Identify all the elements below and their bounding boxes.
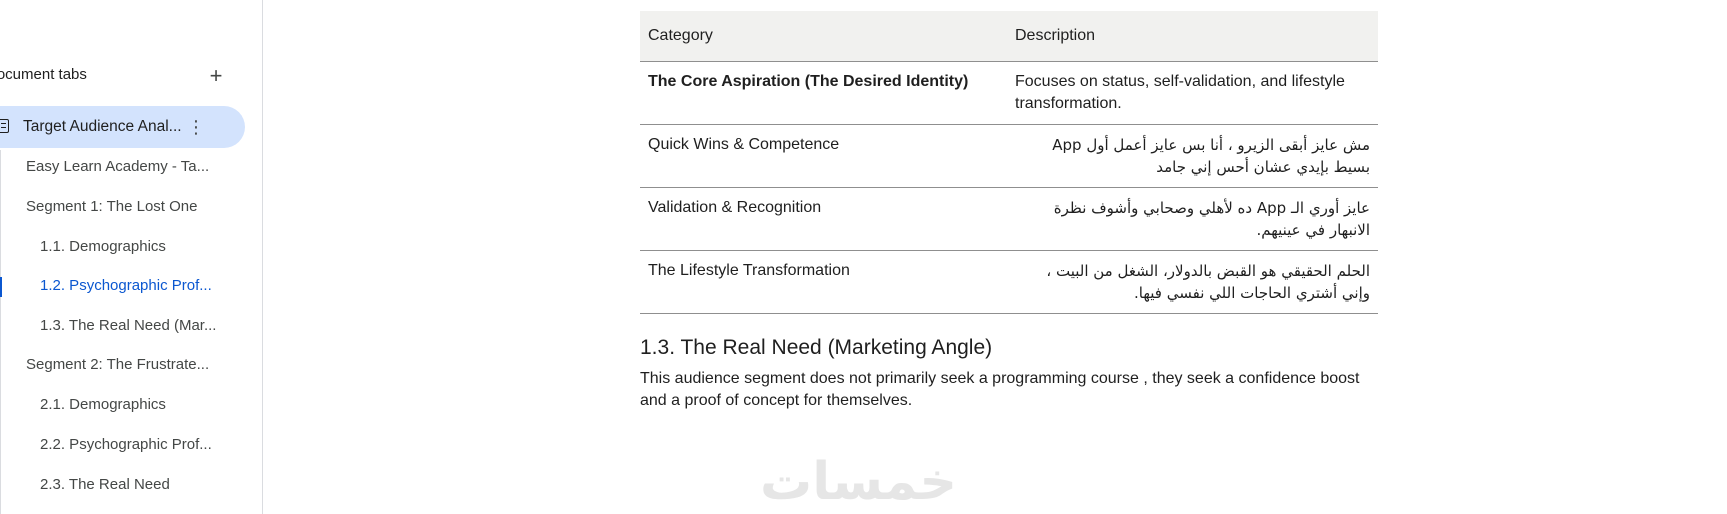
table-cell-category: The Core Aspiration (The Desired Identit… [640,61,1007,125]
outline-item[interactable]: 1.3. The Real Need (Mar... [40,317,216,334]
header-description: Description [1007,11,1378,62]
document-page: Category Description The Core Aspiration… [640,11,1378,412]
document-tabs-header: Document tabs + [0,62,246,90]
section-heading: 1.3. The Real Need (Marketing Angle) [640,336,993,359]
table-cell-description: Focuses on status, self-validation, and … [1007,61,1378,125]
table-header-row: Category Description [640,11,1378,62]
outline-item[interactable]: 2.3. The Real Need [40,476,170,493]
table-cell-description: عايز أوري الـ App ده لأهلي وصحابي وأشوف … [1007,187,1378,251]
more-vert-icon[interactable]: ⋮ [186,114,206,140]
tab-target-audience[interactable]: Target Audience Anal... ⋮ [0,106,245,148]
outline-item[interactable]: Segment 2: The Frustrate... [26,356,209,373]
table-cell-category: Validation & Recognition [640,187,1007,251]
current-heading-marker [0,277,2,297]
outline-item[interactable]: Segment 1: The Lost One [26,198,198,215]
outline-tree-line [0,150,1,514]
table-row: Validation & Recognition عايز أوري الـ A… [640,187,1378,251]
category-table: Category Description The Core Aspiration… [640,11,1378,314]
table-cell-description: الحلم الحقيقي هو القبض بالدولار، الشغل م… [1007,250,1378,314]
outline-item[interactable]: Easy Learn Academy - Ta... [26,158,209,175]
table-row: The Core Aspiration (The Desired Identit… [640,61,1378,125]
plus-icon[interactable]: + [206,62,226,90]
outline-item[interactable]: 2.1. Demographics [40,396,166,413]
section-body: This audience segment does not primarily… [640,370,1360,409]
header-category: Category [640,11,1007,62]
tab-label: Target Audience Anal... [23,118,182,135]
table-cell-description: مش عايز أبقى الزيرو ، أنا بس عايز أعمل أ… [1007,124,1378,188]
document-tabs-sidebar: Document tabs + Target Audience Anal... … [0,0,263,514]
table-row: The Lifestyle Transformation الحلم الحقي… [640,250,1378,314]
outline-item[interactable]: 1.1. Demographics [40,238,166,255]
table-row: Quick Wins & Competence مش عايز أبقى الز… [640,124,1378,188]
outline-item[interactable]: 1.2. Psychographic Prof... [40,277,212,294]
table-cell-category: Quick Wins & Competence [640,124,1007,188]
table-cell-category: The Lifestyle Transformation [640,250,1007,314]
outline-item[interactable]: 2.2. Psychographic Prof... [40,436,212,453]
watermark-logo: خمسات [760,452,958,512]
document-tabs-title: Document tabs [0,66,87,83]
document-icon [0,119,9,133]
